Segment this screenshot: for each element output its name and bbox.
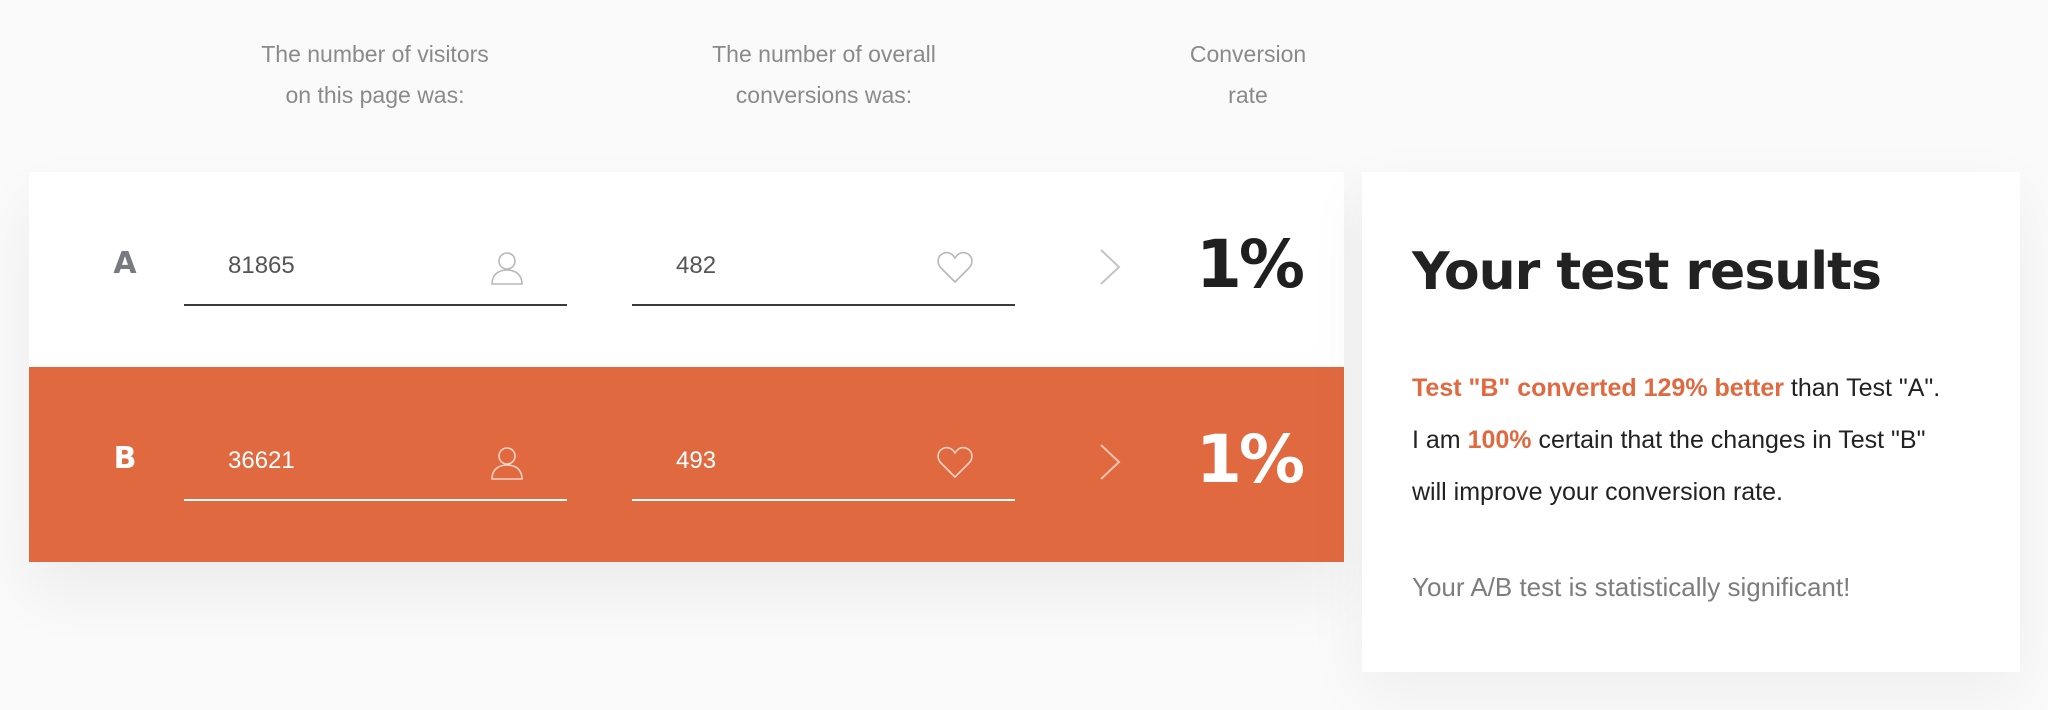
- test-input-panel: A 81865 482 1% B 36621 493 1%: [29, 172, 1344, 562]
- user-icon: [487, 248, 527, 288]
- rate-header-line1: Conversion: [1189, 41, 1307, 67]
- test-results-card: Your test results Test "B" converted 129…: [1362, 172, 2020, 672]
- certainty-rest: certain that the changes in Test "B": [1531, 426, 1926, 454]
- visitors-input-b[interactable]: 36621: [228, 447, 295, 475]
- significance-note: Your A/B test is statistically significa…: [1412, 572, 1851, 602]
- conversion-rate-b: 1%: [1195, 421, 1305, 498]
- visitors-column-header: The number of visitors on this page was:: [240, 34, 510, 116]
- results-line-3: will improve your conversion rate.: [1412, 478, 1783, 506]
- test-row-a: A 81865 482 1%: [29, 172, 1344, 367]
- visitors-field-a[interactable]: 81865: [184, 232, 567, 306]
- results-line-1: Test "B" converted 129% better than Test…: [1412, 362, 1992, 414]
- rate-column-header: Conversion rate: [1148, 34, 1348, 116]
- conversions-column-header: The number of overall conversions was:: [689, 34, 959, 116]
- visitors-header-line1: The number of visitors: [261, 41, 489, 67]
- conversions-header-line1: The number of overall: [712, 41, 936, 67]
- test-row-b: B 36621 493 1%: [29, 367, 1344, 562]
- conversions-input-a[interactable]: 482: [676, 252, 716, 280]
- certainty-prefix: I am: [1412, 426, 1468, 454]
- rate-header-line2: rate: [1228, 82, 1268, 108]
- visitors-input-a[interactable]: 81865: [228, 252, 295, 280]
- results-summary: Test "B" converted 129% better than Test…: [1412, 362, 1992, 518]
- results-title: Your test results: [1412, 242, 1882, 302]
- conversions-header-line2: conversions was:: [735, 82, 913, 108]
- chevron-right-icon: [1089, 437, 1129, 487]
- visitors-field-b[interactable]: 36621: [184, 427, 567, 501]
- conversions-field-b[interactable]: 493: [632, 427, 1015, 501]
- results-line-2: I am 100% certain that the changes in Te…: [1412, 414, 1992, 466]
- improvement-highlight: Test "B" converted 129% better: [1412, 374, 1784, 402]
- conversions-input-b[interactable]: 493: [676, 447, 716, 475]
- visitors-header-line2: on this page was:: [285, 82, 465, 108]
- heart-icon: [935, 248, 975, 288]
- variant-label-b: B: [113, 441, 137, 476]
- certainty-highlight: 100%: [1467, 426, 1532, 454]
- heart-icon: [935, 443, 975, 483]
- conversions-field-a[interactable]: 482: [632, 232, 1015, 306]
- chevron-right-icon: [1089, 242, 1129, 292]
- user-icon: [487, 443, 527, 483]
- ab-test-calculator: The number of visitors on this page was:…: [0, 0, 2048, 710]
- variant-label-a: A: [113, 246, 137, 281]
- improvement-rest: than Test "A".: [1783, 374, 1941, 402]
- conversion-rate-a: 1%: [1195, 226, 1305, 303]
